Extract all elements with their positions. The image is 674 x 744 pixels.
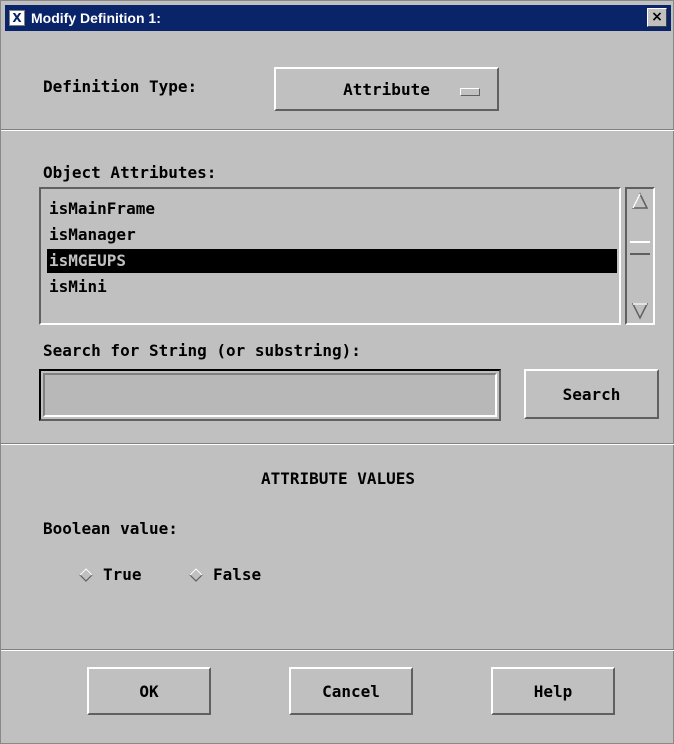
search-button[interactable]: Search: [524, 369, 659, 419]
help-button[interactable]: Help: [491, 667, 615, 715]
object-attributes-label: Object Attributes:: [43, 163, 217, 182]
object-attributes-list[interactable]: isMainFrame isManager isMGEUPS isMini: [39, 187, 621, 325]
radio-true-label: True: [103, 565, 142, 584]
arrow-up-icon[interactable]: [630, 191, 650, 211]
list-scrollbar[interactable]: [625, 187, 655, 325]
scroll-thumb[interactable]: [630, 241, 650, 255]
modify-definition-dialog: X Modify Definition 1: × Definition Type…: [0, 0, 674, 744]
search-field-frame: [39, 369, 501, 421]
x-app-icon: X: [9, 10, 25, 26]
arrow-down-icon[interactable]: [630, 301, 650, 321]
separator: [1, 443, 674, 445]
window-title: Modify Definition 1:: [31, 10, 161, 26]
help-button-label: Help: [533, 681, 573, 701]
list-item[interactable]: isManager: [47, 223, 617, 247]
attribute-values-heading: ATTRIBUTE VALUES: [260, 469, 416, 488]
ok-button-label: OK: [139, 681, 159, 701]
list-item[interactable]: isMini: [47, 275, 617, 299]
separator: [1, 649, 674, 651]
separator: [1, 129, 674, 131]
diamond-radio-icon: [189, 568, 203, 582]
title-bar[interactable]: X Modify Definition 1: ×: [5, 5, 671, 31]
list-item-selected[interactable]: isMGEUPS: [47, 249, 617, 273]
diamond-radio-icon: [79, 568, 93, 582]
cancel-button[interactable]: Cancel: [289, 667, 413, 715]
search-label: Search for String (or substring):: [43, 341, 361, 360]
definition-type-label: Definition Type:: [43, 77, 198, 96]
option-menu-indicator-icon: [460, 88, 480, 96]
radio-false-label: False: [213, 565, 262, 584]
ok-button[interactable]: OK: [87, 667, 211, 715]
cancel-button-label: Cancel: [322, 681, 380, 701]
definition-type-option-menu[interactable]: Attribute: [274, 67, 499, 111]
list-item[interactable]: isMainFrame: [47, 197, 617, 221]
search-button-label: Search: [562, 384, 621, 404]
boolean-value-label: Boolean value:: [43, 519, 178, 538]
close-icon[interactable]: ×: [647, 8, 667, 27]
search-input[interactable]: [43, 373, 497, 417]
